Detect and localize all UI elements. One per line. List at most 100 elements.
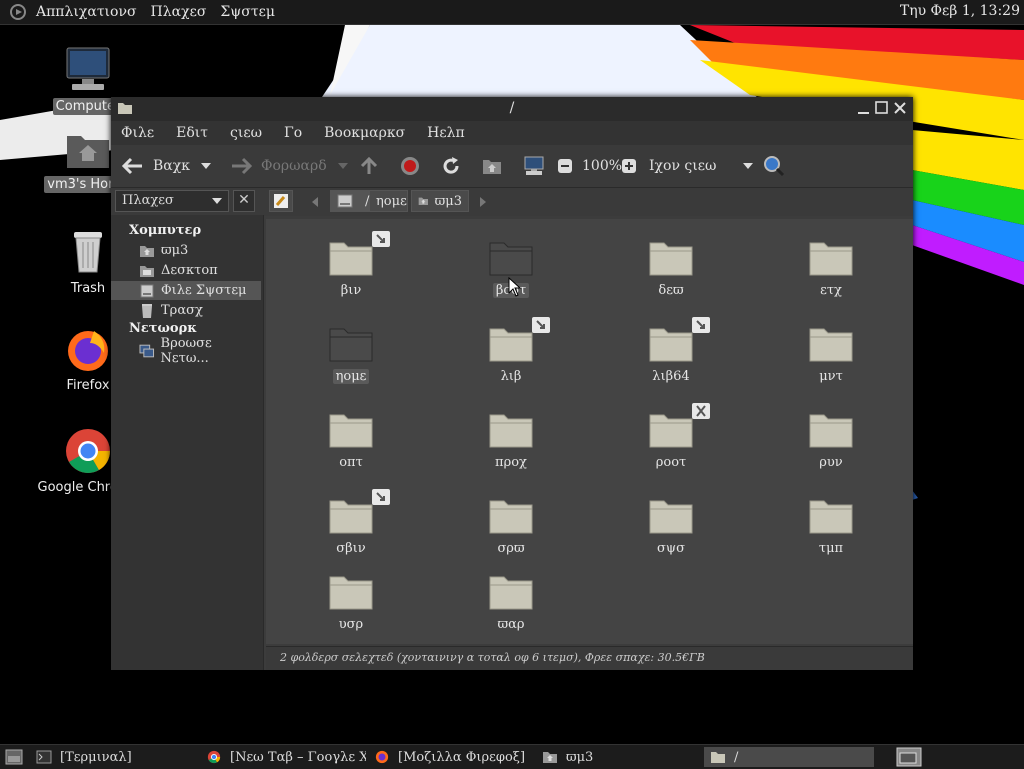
task-chrome[interactable]: [Νεω Ταβ – Γοογλε Χ...	[200, 747, 366, 767]
task-root-folder[interactable]: /	[704, 747, 874, 767]
chrome-icon	[207, 750, 221, 764]
computer-button[interactable]	[523, 145, 545, 187]
folder-item[interactable]: σβιν	[286, 489, 416, 556]
zoom-in-button[interactable]	[621, 145, 637, 187]
forward-button[interactable]: Φορωαρδ	[229, 145, 349, 187]
menu-applications[interactable]: Αππλιχατιονσ	[36, 4, 137, 20]
breadcrumb-label: ϖμ3	[434, 193, 462, 209]
menu-system[interactable]: Σψστεμ	[220, 4, 275, 20]
sidebar-type-value: Πλαχεσ	[122, 193, 174, 208]
computer-icon	[66, 47, 110, 90]
search-button[interactable]	[763, 145, 785, 187]
status-bar: 2 φολδερσ σελεχτεδ (χονταινινγ α τοταλ ο…	[266, 646, 913, 670]
clock[interactable]: Τηυ Φεβ 1, 13:29	[900, 3, 1020, 19]
sidebar-close-button[interactable]: ✕	[233, 190, 255, 212]
folder-item[interactable]: βιν	[286, 231, 416, 298]
folder-item[interactable]: τμπ	[766, 491, 896, 556]
sidebar-item-file-system[interactable]: Φιλε Σψστεμ	[111, 281, 261, 300]
reload-button[interactable]	[441, 145, 461, 187]
status-text: 2 φολδερσ σελεχτεδ (χονταινινγ α τοταλ ο…	[280, 651, 705, 664]
menu-places[interactable]: Πλαχεσ	[151, 4, 207, 20]
folder-name: λιβ64	[652, 369, 690, 384]
show-desktop-icon[interactable]	[5, 748, 23, 766]
folder-item[interactable]: σψσ	[606, 491, 736, 556]
close-icon[interactable]	[891, 99, 909, 117]
folder-item[interactable]: λιβ	[446, 317, 576, 384]
menu-edit[interactable]: Εδιτ	[176, 125, 208, 141]
task-home-folder[interactable]: ϖμ3	[536, 747, 702, 767]
zoom-out-button[interactable]	[557, 145, 573, 187]
window-title: /	[509, 100, 515, 116]
arrow-right-icon	[232, 157, 253, 175]
breadcrumb-user[interactable]: ϖμ3	[411, 190, 469, 212]
icon-view[interactable]: βινβοοτδεϖετχηομελιβλιβ64μντοπτπροχροοτρ…	[266, 219, 913, 644]
maximize-icon[interactable]	[873, 99, 891, 117]
folder-item[interactable]: προχ	[446, 405, 576, 470]
sidebar-item-browse-network[interactable]: Βροωσε Νετω...	[111, 336, 261, 366]
folder-item[interactable]: ροοτ	[606, 403, 736, 470]
chevron-down-icon[interactable]	[200, 161, 212, 171]
sidebar-item-label: Βροωσε Νετω...	[160, 335, 212, 366]
workspace-switcher-icon[interactable]	[896, 747, 922, 767]
trash-icon	[74, 232, 102, 273]
menu-help[interactable]: Ηελπ	[427, 125, 465, 141]
zoom-level: 100%	[582, 145, 622, 187]
drive-icon	[337, 194, 353, 208]
home-button[interactable]	[482, 145, 502, 187]
chevron-down-icon[interactable]	[337, 161, 349, 171]
folder-icon	[329, 576, 373, 610]
sidebar-item-trash[interactable]: Τρασχ	[111, 301, 261, 320]
minimize-icon[interactable]	[855, 99, 873, 117]
sidebar-item-label: Τρασχ	[161, 303, 203, 318]
task-label: [Νεω Ταβ – Γοογλε Χ...	[230, 749, 366, 765]
task-terminal[interactable]: [Τερμιναλ]	[30, 747, 196, 767]
window-titlebar[interactable]: /	[111, 97, 913, 121]
view-mode-select[interactable]: Ιχον ςιεω	[649, 145, 754, 187]
up-button[interactable]	[359, 145, 379, 187]
distro-logo-icon[interactable]	[10, 4, 26, 20]
menu-go[interactable]: Γο	[284, 125, 302, 141]
folder-name: ετχ	[820, 283, 842, 298]
folder-item[interactable]: οπτ	[286, 405, 416, 470]
top-panel: Αππλιχατιονσ Πλαχεσ Σψστεμ Τηυ Φεβ 1, 13…	[0, 0, 1024, 25]
toggle-location-button[interactable]	[269, 190, 293, 212]
folder-icon	[329, 242, 373, 276]
menu-bookmarks[interactable]: Βοοκμαρκσ	[324, 125, 405, 141]
folder-item[interactable]: σρϖ	[446, 491, 576, 556]
folder-item[interactable]: ηομε	[286, 319, 416, 384]
folder-name: λιβ	[500, 369, 522, 384]
sidebar-item-desktop[interactable]: Δεσκτοπ	[111, 261, 261, 280]
folder-name: προχ	[495, 455, 527, 470]
sidebar-type-select[interactable]: Πλαχεσ	[115, 190, 229, 212]
folder-icon	[489, 500, 533, 534]
folder-item[interactable]: δεϖ	[606, 233, 736, 298]
back-button[interactable]: Βαχκ	[121, 145, 212, 187]
folder-item[interactable]: μντ	[766, 319, 896, 384]
arrow-up-icon	[360, 156, 378, 174]
location-row: Πλαχεσ ✕ / ηομε ϖμ3	[111, 188, 913, 216]
desktop-icon-label: Trash	[70, 281, 106, 296]
chevron-right-icon[interactable]	[479, 196, 487, 208]
task-label: /	[734, 749, 739, 765]
home-icon	[418, 197, 429, 206]
sidebar-item-home[interactable]: ϖμ3	[111, 241, 261, 260]
chevron-left-icon[interactable]	[311, 196, 319, 208]
task-firefox[interactable]: [Μοζιλλα Φιρεφοξ]	[368, 747, 534, 767]
folder-item[interactable]: ρυν	[766, 405, 896, 470]
folder-icon	[649, 242, 693, 276]
drive-icon	[140, 284, 154, 297]
folder-icon	[809, 500, 853, 534]
folder-item[interactable]: υσρ	[286, 567, 416, 632]
stop-button[interactable]	[400, 145, 420, 187]
menu-file[interactable]: Φιλε	[121, 125, 154, 141]
menu-view[interactable]: ςιεω	[230, 125, 262, 141]
folder-item[interactable]: ετχ	[766, 233, 896, 298]
folder-icon	[489, 242, 533, 276]
folder-icon	[809, 328, 853, 362]
breadcrumb-home[interactable]: ηομε	[370, 190, 408, 212]
task-label: [Μοζιλλα Φιρεφοξ]	[398, 749, 526, 765]
folder-name: σρϖ	[497, 541, 525, 556]
folder-item[interactable]: ϖαρ	[446, 567, 576, 632]
folder-item[interactable]: λιβ64	[606, 317, 736, 384]
computer-icon	[524, 156, 544, 175]
